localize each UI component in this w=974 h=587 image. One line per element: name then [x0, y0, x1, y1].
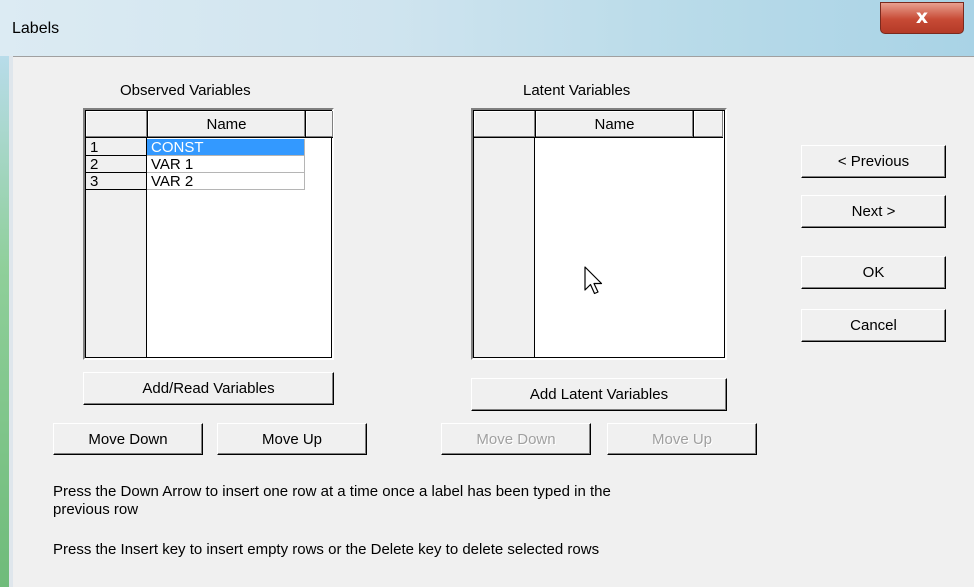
- close-icon: x: [915, 6, 929, 28]
- ok-button[interactable]: OK: [801, 256, 946, 289]
- observed-variables-grid: Name 1 CONST 2 VAR 1 3 VAR 2: [83, 108, 334, 360]
- row-header-3[interactable]: 3: [86, 173, 146, 190]
- latent-move-down-button[interactable]: Move Down: [441, 423, 591, 455]
- observed-move-down-button[interactable]: Move Down: [53, 423, 203, 455]
- column-header-blank[interactable]: [305, 111, 333, 138]
- latent-move-up-button[interactable]: Move Up: [607, 423, 757, 455]
- next-button[interactable]: Next >: [801, 195, 946, 228]
- instruction-text-line3: Press the Insert key to insert empty row…: [53, 541, 600, 558]
- close-button[interactable]: x: [880, 2, 964, 34]
- latent-variables-heading: Latent Variables: [523, 82, 631, 99]
- grid-corner-cell[interactable]: [474, 111, 535, 138]
- row-header-column: [474, 111, 535, 357]
- column-header-blank[interactable]: [693, 111, 723, 138]
- row-header-2[interactable]: 2: [86, 156, 146, 173]
- row-header-1[interactable]: 1: [86, 139, 146, 156]
- window-frame-left: [0, 56, 9, 587]
- observed-move-up-button[interactable]: Move Up: [217, 423, 367, 455]
- previous-button[interactable]: < Previous: [801, 145, 946, 178]
- cancel-button[interactable]: Cancel: [801, 309, 946, 342]
- cell-row-3-name[interactable]: VAR 2: [147, 173, 305, 190]
- add-latent-variables-button[interactable]: Add Latent Variables: [471, 378, 727, 411]
- grid-corner-cell[interactable]: [86, 111, 147, 138]
- instruction-text-line2: previous row: [53, 501, 139, 518]
- latent-variables-grid: Name: [471, 108, 727, 360]
- cell-row-2-name[interactable]: VAR 1: [147, 156, 305, 173]
- column-header-name[interactable]: Name: [535, 111, 693, 138]
- cell-row-1-name[interactable]: CONST: [147, 139, 305, 156]
- mouse-pointer-icon: [584, 266, 603, 295]
- window-title: Labels: [12, 20, 60, 37]
- instruction-text-line1: Press the Down Arrow to insert one row a…: [53, 483, 611, 500]
- column-header-name[interactable]: Name: [147, 111, 305, 138]
- add-read-variables-button[interactable]: Add/Read Variables: [83, 372, 334, 405]
- title-bar: Labels x: [0, 0, 974, 56]
- observed-variables-heading: Observed Variables: [120, 82, 251, 99]
